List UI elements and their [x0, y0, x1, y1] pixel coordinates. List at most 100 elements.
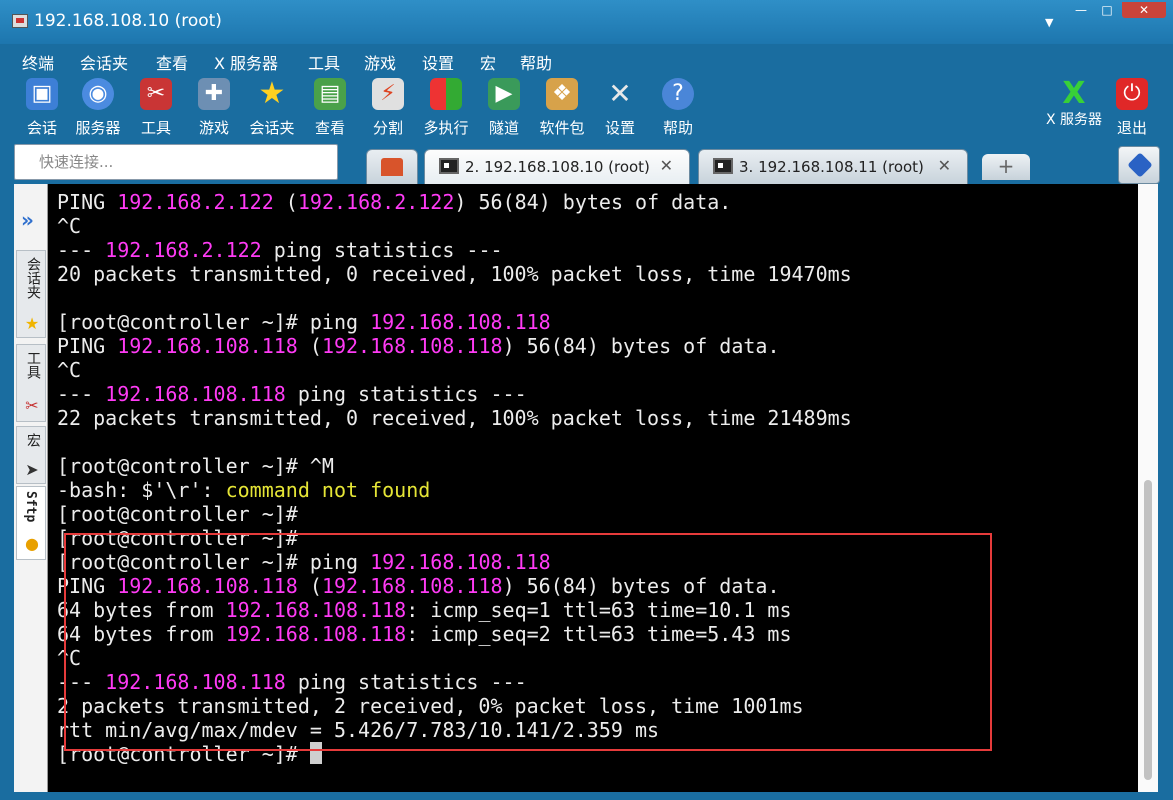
menu-settings[interactable]: 设置 [422, 50, 454, 74]
terminal-line: 64 bytes from 192.168.108.118: icmp_seq=… [57, 622, 852, 646]
menu-help[interactable]: 帮助 [520, 50, 552, 74]
menu-macros[interactable]: 宏 [480, 50, 496, 74]
close-icon[interactable]: ✕ [938, 156, 951, 175]
scroll-thumb[interactable] [1144, 480, 1152, 780]
toolbar-view-button[interactable]: ▤ 查看 [300, 76, 360, 140]
paper-plane-icon: ➤ [25, 460, 39, 479]
toolbar-exit-button[interactable]: ⏻ 退出 [1104, 76, 1160, 140]
chevron-down-icon[interactable]: ▼ [1045, 16, 1053, 29]
star-icon: ★ [24, 314, 40, 333]
terminal-line: ^C [57, 646, 852, 670]
close-button[interactable]: ✕ [1122, 2, 1166, 18]
terminal-text: PING [57, 334, 118, 358]
toolbar-xserver-button[interactable]: X X 服务器 [1042, 76, 1106, 140]
toolbar-help-button[interactable]: ? 帮助 [648, 76, 708, 140]
terminal-text: 2 packets transmitted, 2 received, 0% pa… [57, 694, 804, 718]
ip-address: 192.168.108.118 [117, 334, 298, 358]
tab-label: 2. 192.168.108.10 (root) [465, 158, 650, 176]
quick-connect-input[interactable]: 快速连接... [14, 144, 338, 180]
split-icon: ⚡ [372, 78, 404, 110]
home-tab[interactable] [366, 149, 418, 185]
menu-xserver[interactable]: X 服务器 [214, 50, 278, 74]
terminal-text: : icmp_seq=2 ttl=63 time=5.43 ms [406, 622, 792, 646]
ip-address: 192.168.108.118 [105, 382, 286, 406]
sidebar-tab-macros[interactable]: 宏 ➤ [16, 426, 46, 484]
title-bar: 192.168.108.10 (root) ▼ — □ ✕ [0, 0, 1173, 44]
ip-address: 192.168.108.118 [225, 598, 407, 622]
terminal-output: PING 192.168.2.122 (192.168.2.122) 56(84… [57, 190, 852, 766]
ip-address: 192.168.108.118 [370, 310, 551, 334]
terminal-text: [root@controller ~]# ping [57, 310, 371, 334]
star-icon: ★ [258, 76, 286, 111]
toolbar-multiexec-button[interactable]: 多执行 [416, 76, 476, 140]
ip-address: 192.168.108.118 [117, 574, 298, 598]
terminal-line: 2 packets transmitted, 2 received, 0% pa… [57, 694, 852, 718]
ip-address: 192.168.2.122 [117, 190, 274, 214]
terminal-text: ( [297, 334, 322, 358]
servers-icon: ◉ [82, 78, 114, 110]
terminal-text: [root@controller ~]# ^M [57, 454, 334, 478]
terminal-line: [root@controller ~]# [57, 526, 852, 550]
packages-icon: ❖ [546, 78, 578, 110]
sidebar-tab-sessions[interactable]: 会话夹 ★ [16, 250, 46, 338]
terminal-pane[interactable]: PING 192.168.2.122 (192.168.2.122) 56(84… [48, 184, 1138, 792]
minimize-button[interactable]: — [1068, 2, 1094, 18]
menu-terminal[interactable]: 终端 [22, 50, 54, 74]
double-chevron-right-icon[interactable]: » [21, 208, 34, 232]
terminal-text: ( [273, 190, 298, 214]
toolbar-servers-button[interactable]: ◉ 服务器 [68, 76, 128, 140]
paperclip-icon [1127, 152, 1153, 178]
sidebar-tab-sftp[interactable]: Sftp ● [16, 486, 46, 560]
menu-view[interactable]: 查看 [156, 50, 188, 74]
terminal-text: ) 56(84) bytes of data. [454, 190, 732, 214]
terminal-text: 64 bytes from [57, 598, 226, 622]
terminal-text: --- [57, 670, 106, 694]
xserver-icon: X [1062, 76, 1086, 111]
ip-address: 192.168.108.118 [105, 670, 286, 694]
terminal-line: PING 192.168.2.122 (192.168.2.122) 56(84… [57, 190, 852, 214]
terminal-text: PING [57, 574, 118, 598]
toolbar-tools-button[interactable]: ✂ 工具 [126, 76, 186, 140]
sidebar-tab-tools[interactable]: 工具 ✂ [16, 344, 46, 422]
menu-games[interactable]: 游戏 [364, 50, 396, 74]
terminal-line: 64 bytes from 192.168.108.118: icmp_seq=… [57, 598, 852, 622]
terminal-text: : icmp_seq=1 ttl=63 time=10.1 ms [406, 598, 792, 622]
terminal-line: [root@controller ~]# ping 192.168.108.11… [57, 550, 852, 574]
view-icon: ▤ [314, 78, 346, 110]
tunnel-icon: ▶ [488, 78, 520, 110]
terminal-text: -bash: $'\r': [57, 478, 226, 502]
terminal-text: --- [57, 382, 106, 406]
multiexec-icon [430, 78, 462, 110]
terminal-text: PING [57, 190, 118, 214]
left-sidebar: » 会话夹 ★ 工具 ✂ 宏 ➤ Sftp ● [14, 184, 48, 792]
maximize-button[interactable]: □ [1094, 2, 1120, 18]
terminal-line: ^C [57, 358, 852, 382]
toolbar-sessions-button[interactable]: ▣ 会话 [12, 76, 72, 140]
terminal-text: 64 bytes from [57, 622, 226, 646]
toolbar-split-button[interactable]: ⚡ 分割 [358, 76, 418, 140]
tab-session-3[interactable]: 3. 192.168.108.11 (root) ✕ [698, 149, 968, 185]
attach-button[interactable] [1118, 146, 1160, 184]
menu-tools[interactable]: 工具 [308, 50, 340, 74]
games-icon: ✚ [198, 78, 230, 110]
new-tab-button[interactable]: + [982, 154, 1030, 180]
toolbar-favorites-button[interactable]: ★ 会话夹 [242, 76, 302, 140]
terminal-line: PING 192.168.108.118 (192.168.108.118) 5… [57, 334, 852, 358]
tools-icon: ✂ [140, 78, 172, 110]
terminal-line: rtt min/avg/max/mdev = 5.426/7.783/10.14… [57, 718, 852, 742]
terminal-scrollbar[interactable] [1138, 184, 1158, 792]
sessions-icon: ▣ [26, 78, 58, 110]
terminal-line: [root@controller ~]# [57, 502, 852, 526]
settings-icon: ✕ [608, 77, 632, 110]
toolbar-games-button[interactable]: ✚ 游戏 [184, 76, 244, 140]
toolbar-settings-button[interactable]: ✕ 设置 [590, 76, 650, 140]
tab-session-2[interactable]: 2. 192.168.108.10 (root) ✕ [424, 149, 690, 185]
terminal-line: [root@controller ~]# ^M [57, 454, 852, 478]
close-icon[interactable]: ✕ [660, 156, 673, 175]
menu-sessions[interactable]: 会话夹 [80, 50, 128, 74]
terminal-line: PING 192.168.108.118 (192.168.108.118) 5… [57, 574, 852, 598]
toolbar-tunnel-button[interactable]: ▶ 隧道 [474, 76, 534, 140]
toolbar-packages-button[interactable]: ❖ 软件包 [532, 76, 592, 140]
terminal-line: [root@controller ~]# ping 192.168.108.11… [57, 310, 852, 334]
ip-address: 192.168.108.118 [370, 550, 551, 574]
